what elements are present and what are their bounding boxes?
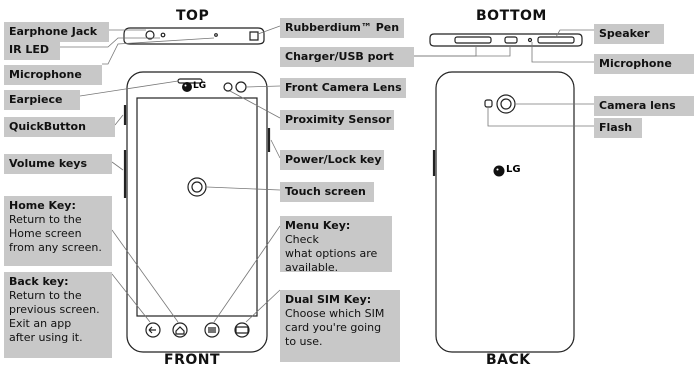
front-screen	[136, 97, 258, 317]
label-volume-keys: Volume keys	[4, 154, 112, 174]
menu-key-title: Menu Key:	[285, 219, 351, 232]
rear-camera-outer	[496, 94, 516, 114]
label-camera-lens: Camera lens	[594, 96, 694, 116]
front-camera-circle	[235, 81, 247, 93]
label-speaker: Speaker	[594, 24, 664, 44]
callout-back-key: Back key: Return to the previous screen.…	[4, 272, 112, 358]
dual-sim-key-desc: Choose which SIM card you're going to us…	[285, 307, 385, 348]
label-earphone-jack: Earphone Jack	[4, 22, 109, 42]
label-rubberdium-pen: Rubberdium™ Pen	[280, 18, 404, 38]
label-charger-usb: Charger/USB port	[280, 47, 414, 67]
sim-glyph	[235, 326, 249, 334]
back-key-title: Back key:	[9, 275, 69, 288]
bottom-edge-phone	[429, 33, 583, 47]
section-back: BACK	[486, 352, 531, 368]
label-touch-screen: Touch screen	[280, 182, 374, 202]
home-key-desc: Return to the Home screen from any scree…	[9, 213, 102, 254]
touch-ring-inner	[191, 181, 203, 193]
bottom-mic-dot	[527, 37, 533, 43]
front-phone-body	[126, 71, 268, 353]
back-arrow-glyph	[148, 326, 156, 334]
menu-key-text: Menu Key: Check what options are availab…	[285, 219, 387, 275]
home-key-title: Home Key:	[9, 199, 76, 212]
callout-dual-sim-key: Dual SIM Key: Choose which SIM card you'…	[280, 290, 400, 362]
rear-camera-inner	[500, 98, 512, 110]
lg-logo-front	[182, 82, 192, 92]
top-mic-dot	[214, 33, 218, 37]
touch-ring-outer	[187, 177, 207, 197]
flash-shape	[484, 99, 493, 108]
label-power-lock: Power/Lock key	[280, 150, 384, 170]
section-front: FRONT	[164, 352, 221, 368]
callout-home-key: Home Key: Return to the Home screen from…	[4, 196, 112, 266]
label-quickbutton: QuickButton	[4, 117, 115, 137]
callout-menu-key: Menu Key: Check what options are availab…	[280, 216, 392, 275]
bottom-grille-right	[537, 36, 575, 44]
bottom-grille-left	[454, 36, 492, 44]
home-key-circle	[172, 322, 188, 338]
usb-port-shape	[504, 36, 518, 44]
phone-diagram: TOP BOTTOM FRONT BACK LG LG Earphone Jac…	[0, 0, 699, 368]
dualsim-key-circle	[234, 322, 250, 338]
label-proximity-sensor: Proximity Sensor	[280, 110, 394, 130]
dual-sim-key-title: Dual SIM Key:	[285, 293, 372, 306]
home-glyph	[175, 326, 185, 335]
proximity-sensor-dot	[223, 82, 233, 92]
label-microphone-top: Microphone	[4, 65, 102, 85]
section-top: TOP	[176, 8, 210, 24]
back-logo-text: LG	[506, 164, 521, 175]
menu-key-desc: Check what options are available.	[285, 233, 378, 274]
label-earpiece: Earpiece	[4, 90, 80, 110]
back-key-desc: Return to the previous screen. Exit an a…	[9, 289, 100, 344]
ir-led-dot	[160, 32, 166, 38]
section-bottom: BOTTOM	[476, 8, 547, 24]
menu-glyph	[208, 327, 216, 333]
label-flash: Flash	[594, 118, 642, 138]
lg-logo-back	[493, 165, 505, 177]
back-phone-body	[435, 71, 575, 353]
front-logo-text: LG	[193, 81, 207, 91]
label-microphone-bottom: Microphone	[594, 54, 694, 74]
label-ir-led: IR LED	[4, 40, 60, 60]
pen-slot	[249, 31, 259, 41]
label-front-camera: Front Camera Lens	[280, 78, 406, 98]
